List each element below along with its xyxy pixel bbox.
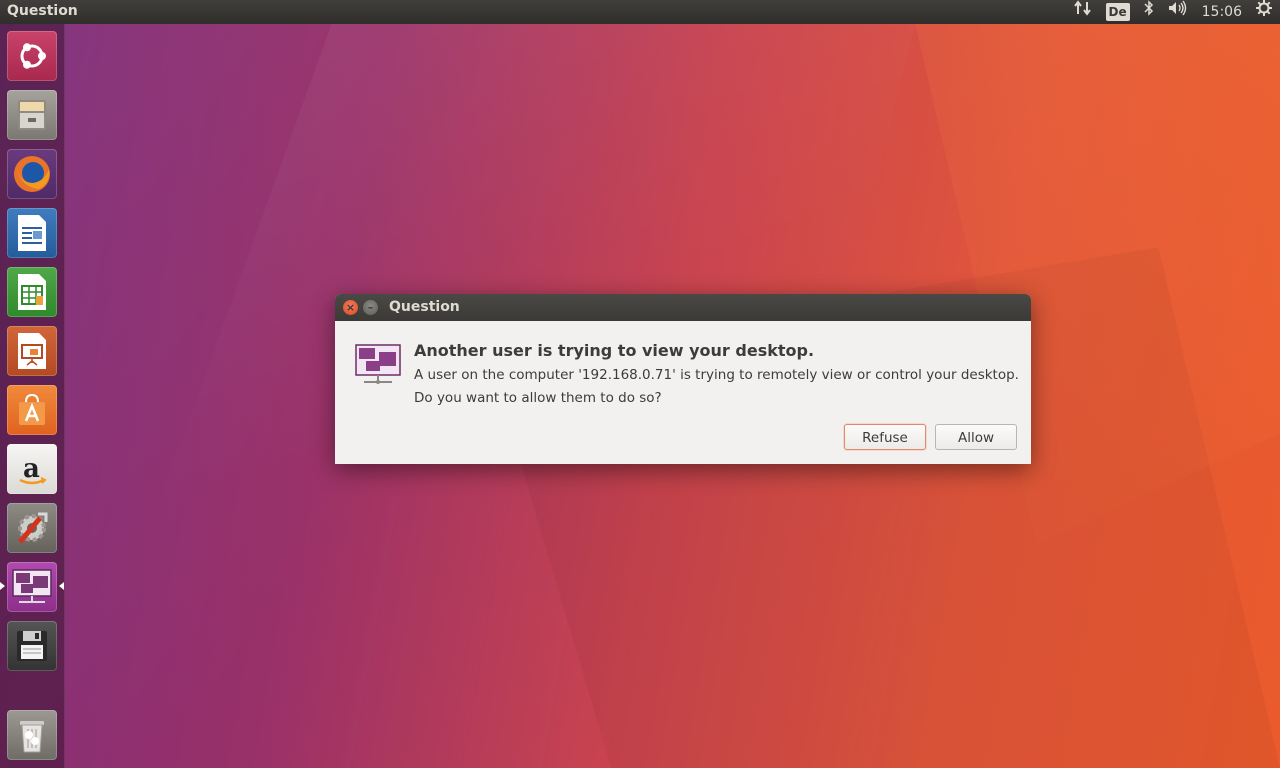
indicator-area: De 15:06 xyxy=(1073,0,1272,24)
settings-tools-icon xyxy=(18,512,48,544)
bluetooth-icon xyxy=(1144,0,1153,16)
question-dialog: × – Question Another user is trying to v… xyxy=(335,294,1031,464)
top-panel: Question De 15:06 xyxy=(0,0,1280,24)
launcher-item-dash[interactable] xyxy=(7,31,57,81)
software-bag-icon xyxy=(19,393,45,425)
dialog-message: A user on the computer '192.168.0.71' is… xyxy=(414,367,1019,383)
launcher-item-amazon[interactable]: a xyxy=(7,444,57,494)
calc-spreadsheet-icon xyxy=(18,274,46,310)
ubuntu-logo-icon xyxy=(20,43,46,69)
launcher-item-software[interactable] xyxy=(7,385,57,435)
updown-arrows-icon xyxy=(1073,0,1091,16)
launcher-item-calc[interactable] xyxy=(7,267,57,317)
trash-icon xyxy=(20,721,44,753)
launcher: a xyxy=(0,24,65,768)
launcher-item-files[interactable] xyxy=(7,90,57,140)
network-indicator[interactable] xyxy=(1073,0,1092,24)
file-cabinet-icon xyxy=(18,100,46,130)
floppy-disk-icon xyxy=(17,631,47,661)
minimize-button[interactable]: – xyxy=(363,300,378,315)
launcher-item-impress[interactable] xyxy=(7,326,57,376)
sound-indicator[interactable] xyxy=(1168,0,1188,24)
desktop-sharing-icon xyxy=(355,344,401,384)
amazon-icon: a xyxy=(19,454,47,485)
launcher-item-system-settings[interactable] xyxy=(7,503,57,553)
launcher-item-save-disk[interactable] xyxy=(7,621,57,671)
gear-icon xyxy=(1256,0,1272,16)
close-button[interactable]: × xyxy=(343,300,358,315)
active-window-title: Question xyxy=(7,3,78,19)
clock[interactable]: 15:06 xyxy=(1202,0,1242,24)
keyboard-layout-indicator[interactable]: De xyxy=(1105,3,1130,21)
minimize-icon: – xyxy=(367,301,374,314)
launcher-focus-indicator xyxy=(59,582,64,590)
close-icon: × xyxy=(345,301,356,314)
allow-button[interactable]: Allow xyxy=(935,424,1017,450)
session-indicator[interactable] xyxy=(1256,0,1272,24)
dialog-title: Question xyxy=(389,299,460,315)
launcher-item-desktop-sharing[interactable] xyxy=(7,562,57,612)
firefox-icon xyxy=(14,156,50,192)
launcher-running-indicator xyxy=(0,582,5,590)
dialog-question: Do you want to allow them to do so? xyxy=(414,390,662,406)
desktop-sharing-icon xyxy=(12,569,52,603)
bluetooth-indicator[interactable] xyxy=(1144,0,1154,24)
dialog-headline: Another user is trying to view your desk… xyxy=(414,341,815,360)
impress-presentation-icon xyxy=(18,333,46,369)
refuse-button[interactable]: Refuse xyxy=(844,424,926,450)
launcher-item-firefox[interactable] xyxy=(7,149,57,199)
speaker-icon xyxy=(1168,0,1186,16)
dialog-titlebar[interactable]: × – Question xyxy=(335,294,1031,321)
writer-document-icon xyxy=(18,215,46,251)
launcher-item-writer[interactable] xyxy=(7,208,57,258)
launcher-item-trash[interactable] xyxy=(7,710,57,760)
svg-text:a: a xyxy=(23,454,40,484)
